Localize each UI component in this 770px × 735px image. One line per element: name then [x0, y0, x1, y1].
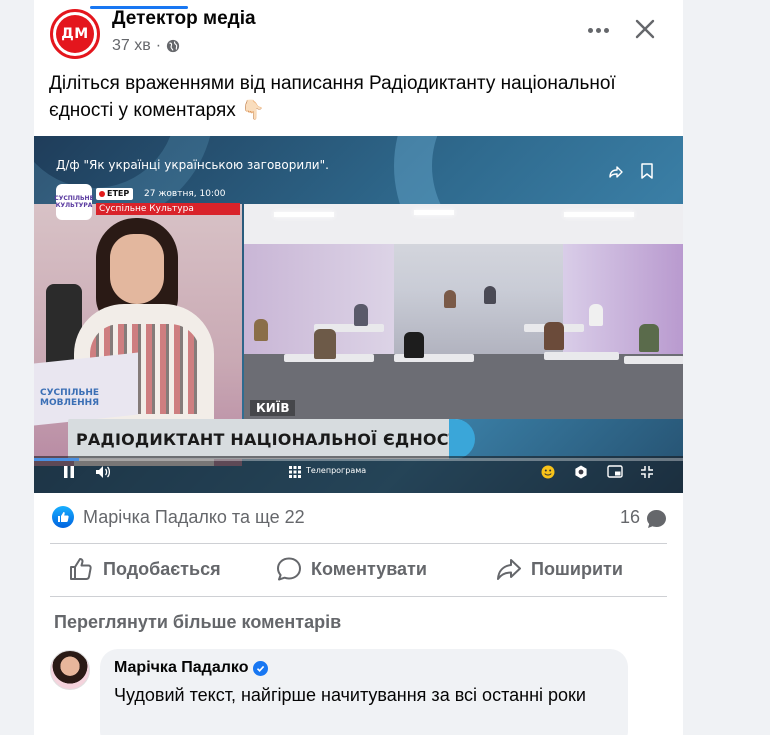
comment-bubble: Марічка Падалко Чудовий текст, найгірше … — [100, 649, 628, 735]
like-label: Подобається — [103, 558, 221, 579]
page-name-link[interactable]: Детектор медіа — [112, 8, 256, 30]
presenter-face — [110, 234, 164, 304]
channel-logo: СУСПІЛЬНЕ КУЛЬТУРА — [54, 184, 94, 220]
post-text: Діліться враженнями від написання Радіод… — [49, 73, 616, 121]
verified-badge-icon — [253, 660, 269, 676]
picture-in-picture-icon[interactable] — [607, 464, 623, 480]
comment-bubble-icon[interactable] — [646, 509, 667, 529]
comment-count[interactable]: 16 — [620, 507, 640, 528]
channel-logo-text: СУСПІЛЬНЕ КУЛЬТУРА — [54, 195, 94, 209]
video-share-icon[interactable] — [608, 164, 624, 180]
student — [444, 290, 456, 308]
classroom-ceiling — [244, 204, 683, 244]
student — [354, 304, 368, 326]
thumbs-up-outline-icon — [70, 558, 92, 580]
post-card: ДМ Детектор медіа 37 хв · Діліться враже… — [34, 0, 683, 735]
page-avatar-logo: ДМ — [56, 15, 94, 53]
lower-third-banner: РАДІОДИКТАНТ НАЦІОНАЛЬНОЇ ЄДНОСТІ — [68, 419, 473, 459]
video-progress-fill — [34, 458, 80, 461]
channel-name: Суспільне Культура — [96, 203, 240, 215]
like-button[interactable]: Подобається — [68, 554, 221, 584]
close-icon[interactable] — [632, 16, 658, 42]
classroom-floor — [244, 354, 683, 419]
location-label: КИЇВ — [250, 400, 296, 416]
comment-text: Чудовий текст, найгірше начитування за в… — [114, 685, 586, 705]
emoji-icon[interactable] — [541, 464, 555, 480]
comment-button[interactable]: Коментувати — [276, 554, 427, 584]
settings-gear-icon[interactable] — [574, 464, 588, 480]
video-title: Д/ф "Як українці українською заговорили"… — [56, 158, 329, 172]
comment-author-name[interactable]: Марічка Падалко — [114, 659, 248, 677]
reaction-names[interactable]: Марічка Падалко та ще 22 — [83, 507, 305, 528]
ceiling-light — [414, 210, 454, 215]
share-outline-icon — [497, 559, 521, 580]
student — [484, 286, 496, 304]
student — [404, 332, 424, 358]
divider — [50, 596, 667, 597]
post-header: ДМ Детектор медіа 37 хв · — [34, 0, 683, 66]
reactions-bar: Марічка Падалко та ще 22 16 — [34, 504, 683, 532]
video-progress-bar[interactable] — [34, 458, 683, 461]
student — [589, 304, 603, 326]
pause-icon[interactable] — [62, 464, 76, 480]
volume-icon[interactable] — [94, 464, 112, 480]
student — [254, 319, 268, 341]
action-bar: Подобається Коментувати Поширити — [34, 544, 683, 596]
tv-program-grid-icon[interactable] — [289, 464, 301, 480]
more-options-icon[interactable] — [584, 18, 612, 42]
student — [639, 324, 659, 352]
share-label: Поширити — [531, 558, 623, 579]
page-avatar[interactable]: ДМ — [50, 9, 100, 59]
student — [314, 329, 336, 359]
video-save-icon[interactable] — [640, 163, 654, 179]
classroom-image — [244, 204, 683, 419]
live-badge: ЕТЕР — [96, 188, 134, 200]
desk — [544, 352, 619, 360]
post-timestamp[interactable]: 37 хв — [112, 37, 151, 55]
commenter-avatar[interactable] — [50, 650, 90, 690]
classroom-wall-right — [563, 224, 683, 364]
comment-label: Коментувати — [311, 558, 427, 579]
video-player[interactable]: СУСПІЛЬНЕ МОВЛЕННЯ КИЇВ РАДІОДИКТАНТ НАЦ… — [34, 136, 683, 493]
live-date: 27 жовтня, 10:00 — [144, 189, 226, 199]
view-more-comments-link[interactable]: Переглянути більше коментарів — [54, 612, 341, 633]
globe-icon[interactable] — [166, 39, 180, 53]
share-button[interactable]: Поширити — [496, 554, 623, 584]
tv-program-label[interactable]: Телепрограма — [306, 466, 366, 475]
exit-fullscreen-icon[interactable] — [640, 464, 654, 480]
student — [544, 322, 564, 350]
laptop-logo-text: СУСПІЛЬНЕ МОВЛЕННЯ — [40, 388, 100, 408]
ceiling-light — [564, 212, 634, 217]
meta-separator: · — [155, 37, 162, 54]
comment-outline-icon — [277, 557, 301, 581]
like-reaction-icon[interactable] — [52, 506, 74, 528]
post-meta: 37 хв · — [112, 37, 180, 55]
thumbs-up-icon — [58, 512, 69, 522]
desk — [624, 356, 683, 364]
comment-author[interactable]: Марічка Падалко — [114, 659, 269, 677]
ceiling-light — [274, 212, 334, 217]
